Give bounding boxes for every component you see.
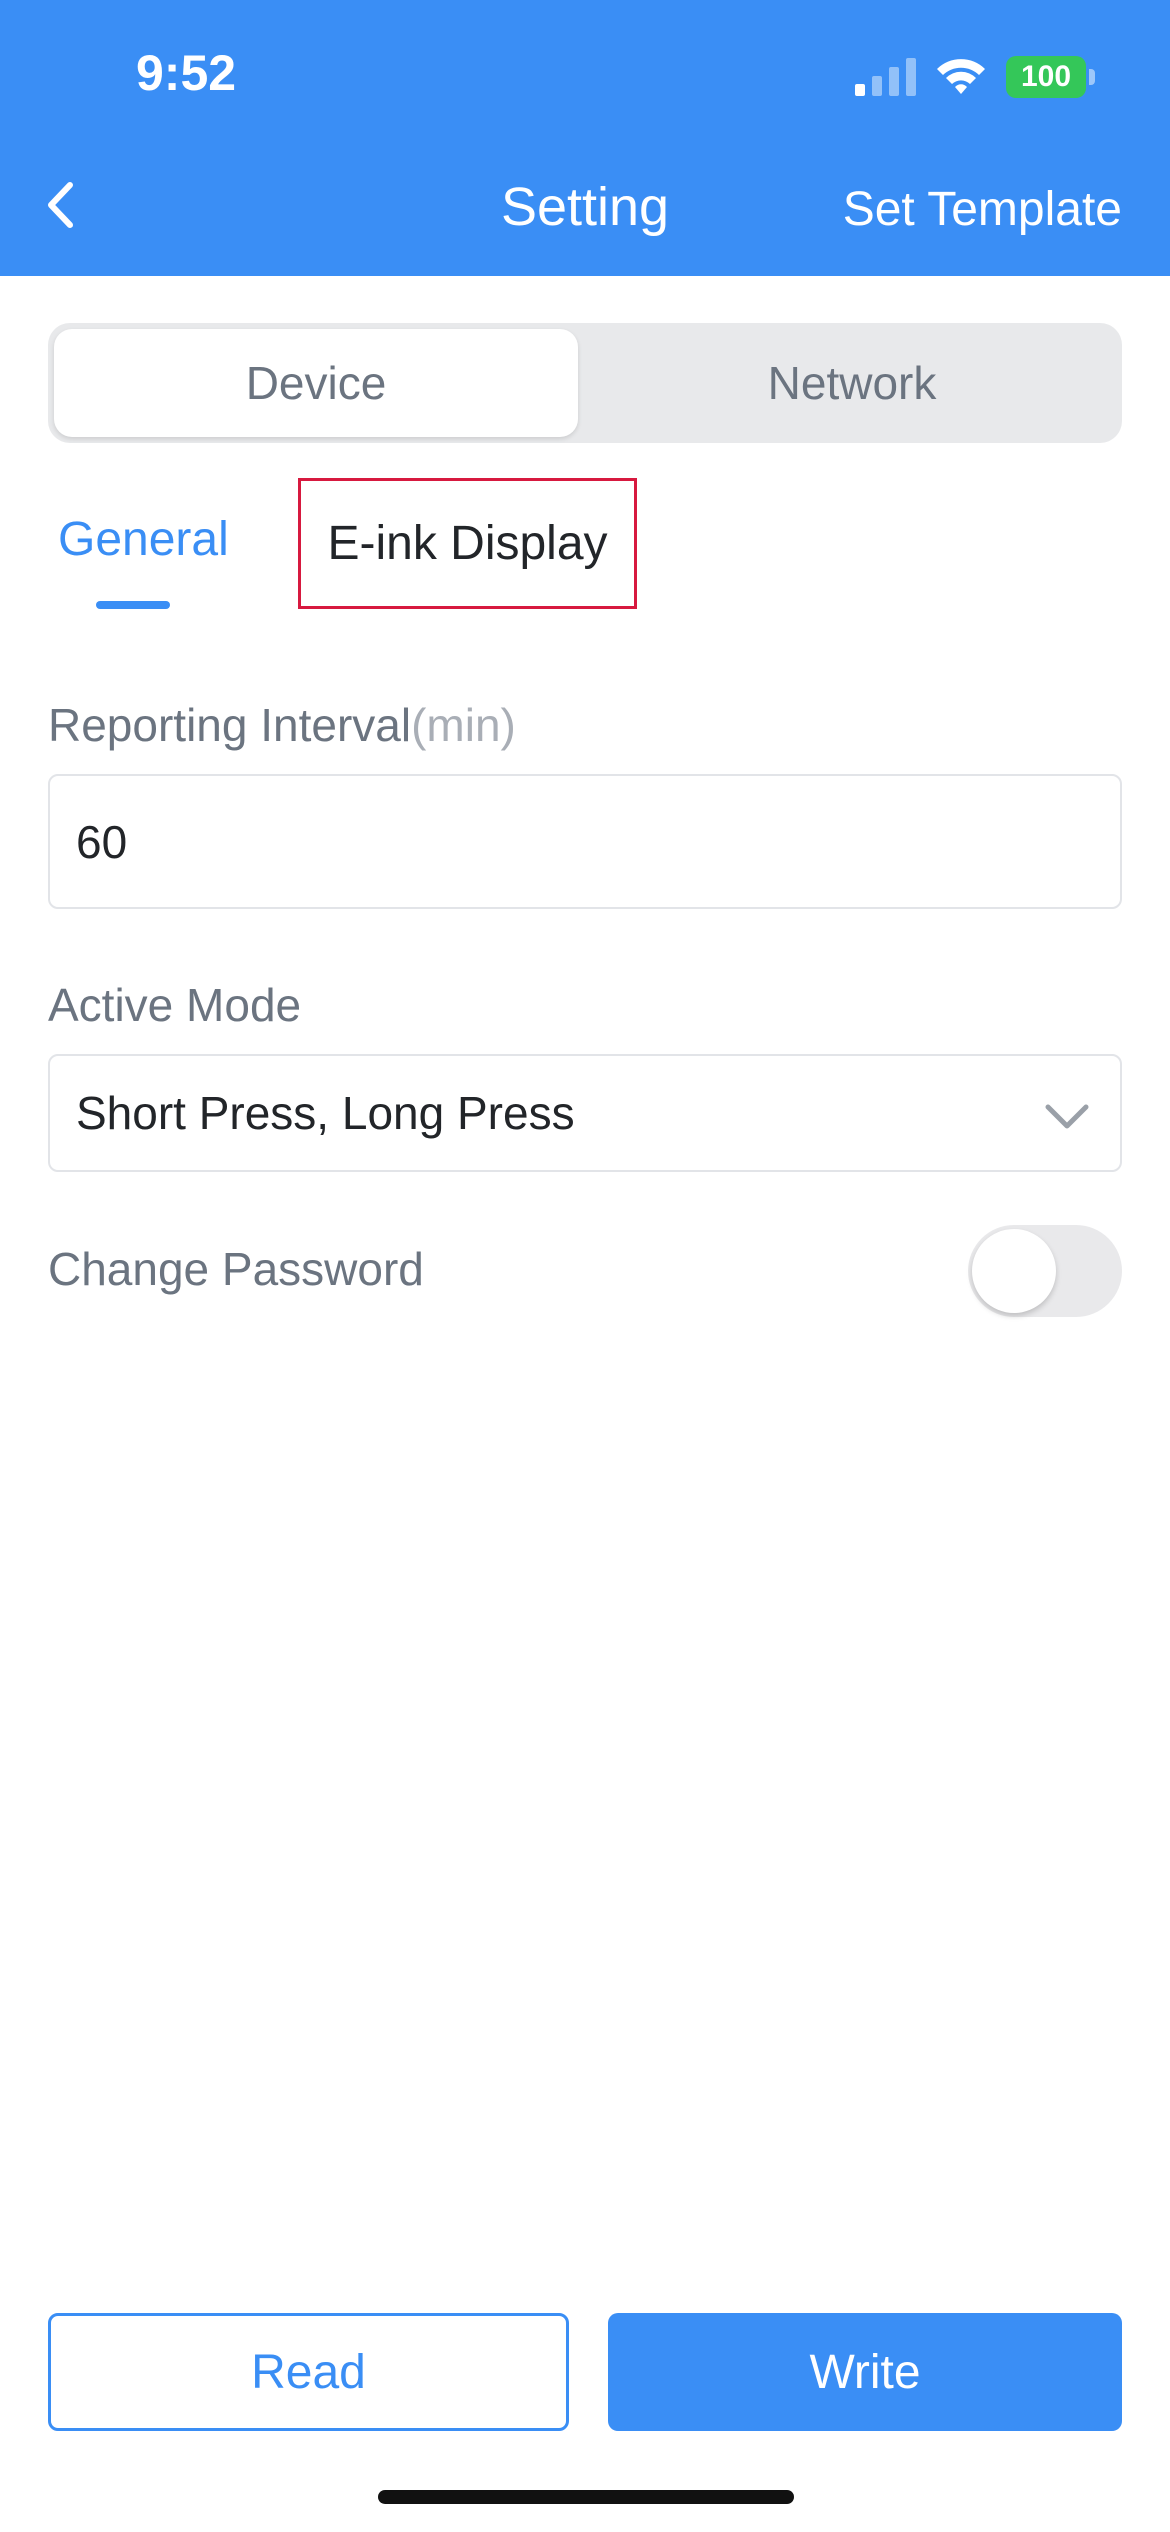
signal-icon xyxy=(855,58,916,96)
change-password-toggle[interactable] xyxy=(968,1225,1122,1317)
home-indicator xyxy=(378,2490,794,2504)
reporting-interval-unit: (min) xyxy=(411,699,516,751)
battery-level: 100 xyxy=(1006,56,1086,98)
set-template-button[interactable]: Set Template xyxy=(843,182,1122,237)
wifi-icon xyxy=(937,59,985,94)
app-header: 9:52 100 Setting Set Template xyxy=(0,0,1170,276)
reporting-interval-label-text: Reporting Interval xyxy=(48,699,412,751)
reporting-interval-input[interactable]: 60 xyxy=(48,774,1122,909)
segment-device[interactable]: Device xyxy=(54,329,578,437)
write-button[interactable]: Write xyxy=(608,2313,1122,2431)
battery-icon: 100 xyxy=(1006,56,1096,98)
settings-screen: 9:52 100 Setting Set Template Device Net… xyxy=(0,0,1170,2532)
toggle-knob xyxy=(972,1229,1056,1313)
reporting-interval-value: 60 xyxy=(76,815,128,868)
device-network-segmented-control: Device Network xyxy=(48,323,1122,443)
active-mode-value: Short Press, Long Press xyxy=(76,1087,575,1139)
battery-cap xyxy=(1089,69,1095,85)
tab-general[interactable]: General xyxy=(58,512,229,567)
active-mode-label: Active Mode xyxy=(48,979,302,1031)
active-tab-indicator xyxy=(96,601,170,609)
change-password-label: Change Password xyxy=(48,1243,424,1295)
active-mode-select[interactable]: Short Press, Long Press xyxy=(48,1054,1122,1172)
status-time: 9:52 xyxy=(136,45,237,101)
segment-network[interactable]: Network xyxy=(588,329,1116,437)
reporting-interval-label: Reporting Interval(min) xyxy=(48,698,516,752)
chevron-down-icon xyxy=(1045,1104,1089,1129)
tab-eink-display[interactable]: E-ink Display xyxy=(298,478,637,609)
read-button[interactable]: Read xyxy=(48,2313,569,2431)
